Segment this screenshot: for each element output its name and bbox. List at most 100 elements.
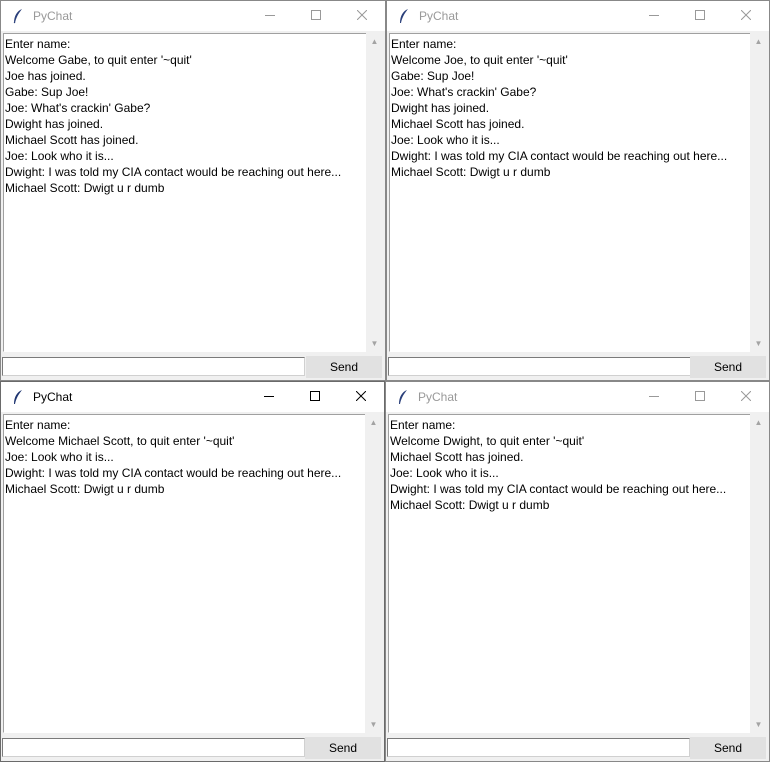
chat-window-gabe: PyChat Enter name: Welcome Gabe, to quit … bbox=[0, 0, 386, 381]
feather-icon bbox=[10, 389, 26, 405]
title-bar[interactable]: PyChat bbox=[387, 1, 769, 31]
minimize-button[interactable] bbox=[246, 382, 292, 412]
message-input[interactable] bbox=[2, 357, 305, 376]
chat-message: Dwight has joined. bbox=[391, 101, 490, 115]
minimize-button[interactable] bbox=[631, 382, 677, 412]
maximize-icon bbox=[695, 7, 705, 25]
chat-lines: Enter name: Welcome Gabe, to quit enter '… bbox=[4, 34, 366, 196]
close-button[interactable] bbox=[339, 1, 385, 31]
chat-message: Michael Scott: Dwigt u r dumb bbox=[391, 165, 551, 179]
close-button[interactable] bbox=[338, 382, 384, 412]
title-bar[interactable]: PyChat bbox=[1, 382, 384, 412]
send-button[interactable]: Send bbox=[306, 356, 382, 378]
chat-message: Enter name: bbox=[5, 418, 71, 432]
maximize-button[interactable] bbox=[292, 382, 338, 412]
scroll-down-arrow-icon[interactable]: ▼ bbox=[366, 335, 383, 352]
vertical-scrollbar[interactable]: ▲ ▼ bbox=[366, 33, 383, 352]
chat-message: Dwight: I was told my CIA contact would … bbox=[390, 482, 727, 496]
chat-message: Enter name: bbox=[5, 37, 71, 51]
chat-message: Michael Scott has joined. bbox=[5, 133, 139, 147]
message-input[interactable] bbox=[387, 738, 690, 757]
scroll-up-arrow-icon[interactable]: ▲ bbox=[366, 33, 383, 50]
input-row: Send bbox=[387, 354, 769, 380]
chat-log[interactable]: Enter name: Welcome Gabe, to quit enter '… bbox=[3, 33, 366, 352]
vertical-scrollbar[interactable]: ▲ ▼ bbox=[365, 414, 382, 733]
chat-log[interactable]: Enter name: Welcome Joe, to quit enter '~… bbox=[389, 33, 750, 352]
maximize-button[interactable] bbox=[677, 382, 723, 412]
chat-message: Michael Scott: Dwigt u r dumb bbox=[5, 482, 165, 496]
close-icon bbox=[356, 7, 368, 25]
chat-log[interactable]: Enter name: Welcome Dwight, to quit enter… bbox=[388, 414, 750, 733]
chat-message: Michael Scott has joined. bbox=[391, 117, 525, 131]
chat-message: Joe: Look who it is... bbox=[391, 133, 500, 147]
chat-message: Welcome Dwight, to quit enter '~quit' bbox=[390, 434, 585, 448]
vertical-scrollbar[interactable]: ▲ ▼ bbox=[750, 33, 767, 352]
close-button[interactable] bbox=[723, 1, 769, 31]
feather-icon bbox=[395, 389, 411, 405]
minimize-icon bbox=[264, 388, 274, 406]
message-input[interactable] bbox=[388, 357, 691, 376]
window-title: PyChat bbox=[33, 390, 73, 404]
chat-message: Joe has joined. bbox=[5, 69, 86, 83]
chat-message: Dwight: I was told my CIA contact would … bbox=[391, 149, 728, 163]
scroll-up-arrow-icon[interactable]: ▲ bbox=[365, 414, 382, 431]
maximize-button[interactable] bbox=[293, 1, 339, 31]
chat-message: Gabe: Sup Joe! bbox=[391, 69, 475, 83]
chat-log[interactable]: Enter name: Welcome Michael Scott, to qui… bbox=[3, 414, 365, 733]
message-input[interactable] bbox=[2, 738, 305, 757]
chat-message: Dwight has joined. bbox=[5, 117, 104, 131]
chat-message: Joe: Look who it is... bbox=[390, 466, 499, 480]
vertical-scrollbar[interactable]: ▲ ▼ bbox=[750, 414, 767, 733]
maximize-icon bbox=[311, 7, 321, 25]
maximize-icon bbox=[695, 388, 705, 406]
window-title: PyChat bbox=[418, 390, 458, 404]
close-icon bbox=[355, 388, 367, 406]
chat-message: Michael Scott has joined. bbox=[390, 450, 524, 464]
title-bar[interactable]: PyChat bbox=[1, 1, 385, 31]
chat-message: Enter name: bbox=[390, 418, 456, 432]
minimize-icon bbox=[265, 7, 275, 25]
input-row: Send bbox=[386, 735, 769, 761]
chat-message: Welcome Michael Scott, to quit enter '~q… bbox=[5, 434, 235, 448]
close-button[interactable] bbox=[723, 382, 769, 412]
minimize-icon bbox=[649, 388, 659, 406]
send-button[interactable]: Send bbox=[690, 737, 766, 759]
title-bar[interactable]: PyChat bbox=[386, 382, 769, 412]
scroll-up-arrow-icon[interactable]: ▲ bbox=[750, 33, 767, 50]
chat-message: Michael Scott: Dwigt u r dumb bbox=[5, 181, 165, 195]
scroll-up-arrow-icon[interactable]: ▲ bbox=[750, 414, 767, 431]
chat-message: Gabe: Sup Joe! bbox=[5, 85, 89, 99]
chat-message: Joe: What's crackin' Gabe? bbox=[5, 101, 151, 115]
chat-message: Dwight: I was told my CIA contact would … bbox=[5, 466, 342, 480]
send-button[interactable]: Send bbox=[690, 356, 766, 378]
feather-icon bbox=[396, 8, 412, 24]
chat-message: Michael Scott: Dwigt u r dumb bbox=[390, 498, 550, 512]
chat-message: Joe: What's crackin' Gabe? bbox=[391, 85, 537, 99]
chat-window-michael: PyChat Enter name: Welcome Michael Scott,… bbox=[0, 381, 385, 762]
scroll-down-arrow-icon[interactable]: ▼ bbox=[750, 716, 767, 733]
window-title: PyChat bbox=[33, 9, 73, 23]
chat-lines: Enter name: Welcome Michael Scott, to qui… bbox=[4, 415, 365, 497]
window-title: PyChat bbox=[419, 9, 459, 23]
close-icon bbox=[740, 388, 752, 406]
chat-message: Joe: Look who it is... bbox=[5, 149, 114, 163]
feather-icon bbox=[10, 8, 26, 24]
scroll-down-arrow-icon[interactable]: ▼ bbox=[365, 716, 382, 733]
minimize-button[interactable] bbox=[247, 1, 293, 31]
send-button[interactable]: Send bbox=[305, 737, 381, 759]
chat-message: Enter name: bbox=[391, 37, 457, 51]
chat-message: Dwight: I was told my CIA contact would … bbox=[5, 165, 342, 179]
chat-window-dwight: PyChat Enter name: Welcome Dwight, to qui… bbox=[385, 381, 770, 762]
maximize-button[interactable] bbox=[677, 1, 723, 31]
chat-lines: Enter name: Welcome Dwight, to quit enter… bbox=[389, 415, 750, 513]
chat-lines: Enter name: Welcome Joe, to quit enter '~… bbox=[390, 34, 750, 180]
minimize-button[interactable] bbox=[631, 1, 677, 31]
minimize-icon bbox=[649, 7, 659, 25]
input-row: Send bbox=[1, 735, 384, 761]
chat-message: Joe: Look who it is... bbox=[5, 450, 114, 464]
chat-message: Welcome Gabe, to quit enter '~quit' bbox=[5, 53, 192, 67]
scroll-down-arrow-icon[interactable]: ▼ bbox=[750, 335, 767, 352]
chat-window-joe: PyChat Enter name: Welcome Joe, to quit e… bbox=[386, 0, 770, 381]
close-icon bbox=[740, 7, 752, 25]
maximize-icon bbox=[310, 388, 320, 406]
